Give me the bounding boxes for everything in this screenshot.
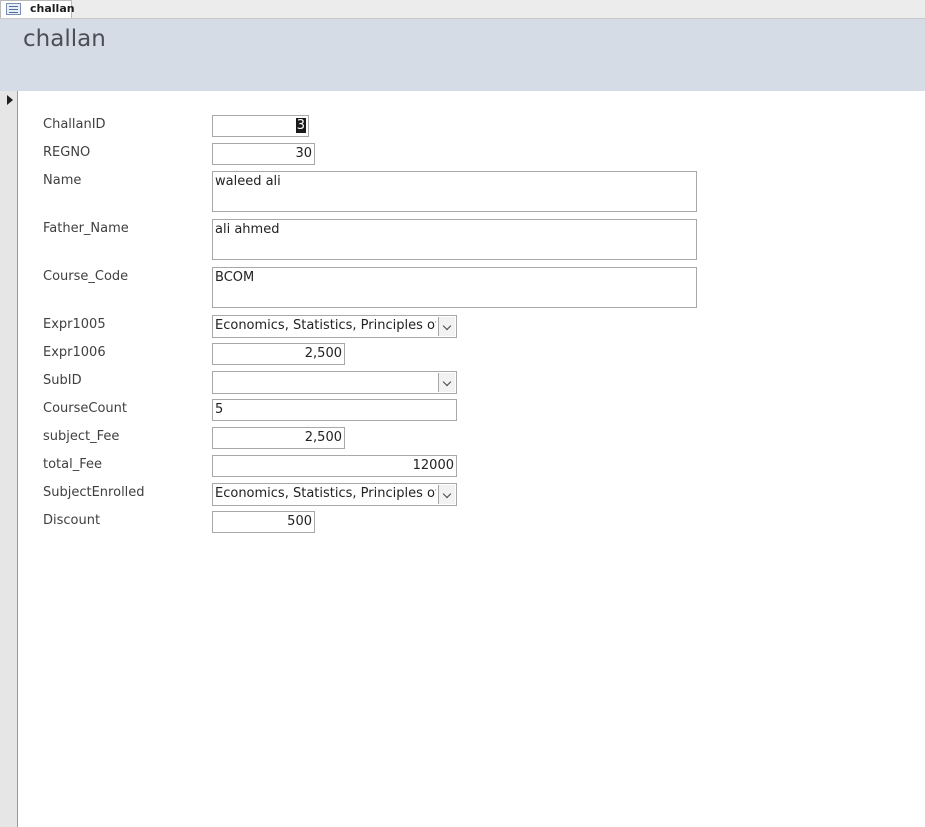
document-tab-bar: challan: [0, 0, 925, 19]
chevron-down-icon[interactable]: [438, 485, 455, 504]
subject-fee-field[interactable]: 2,500: [212, 427, 345, 449]
name-label: Name: [43, 173, 82, 188]
form-icon: [6, 3, 21, 15]
regno-field[interactable]: 30: [212, 143, 315, 165]
subject-fee-label: subject_Fee: [43, 429, 120, 444]
subject-enrolled-value: Economics, Statistics, Principles of A: [215, 486, 436, 501]
expr1005-value: Economics, Statistics, Principles of A: [215, 318, 436, 333]
current-record-arrow-icon: [7, 95, 13, 105]
course-count-label: CourseCount: [43, 401, 127, 416]
form-header: challan: [0, 19, 925, 91]
regno-label: REGNO: [43, 145, 91, 160]
expr1006-field[interactable]: 2,500: [212, 343, 345, 365]
course-count-field[interactable]: 5: [212, 399, 457, 421]
father-name-label: Father_Name: [43, 221, 129, 236]
subid-combo[interactable]: [212, 371, 457, 394]
tab-label: challan: [30, 2, 75, 15]
challan-id-label: ChallanID: [43, 117, 106, 132]
record-selector[interactable]: [0, 91, 18, 827]
subject-enrolled-combo[interactable]: Economics, Statistics, Principles of A: [212, 483, 457, 506]
course-code-label: Course_Code: [43, 269, 129, 284]
subid-label: SubID: [43, 373, 82, 388]
name-field[interactable]: waleed ali: [212, 171, 697, 212]
chevron-down-icon[interactable]: [438, 373, 455, 392]
expr1006-label: Expr1006: [43, 345, 106, 360]
total-fee-label: total_Fee: [43, 457, 102, 472]
discount-field[interactable]: 500: [212, 511, 315, 533]
expr1005-label: Expr1005: [43, 317, 106, 332]
tab-challan[interactable]: challan: [0, 0, 75, 18]
challan-id-field[interactable]: 3: [212, 115, 309, 137]
challan-id-value: 3: [295, 118, 306, 133]
form-title: challan: [23, 26, 106, 52]
subject-enrolled-label: SubjectEnrolled: [43, 485, 145, 500]
total-fee-field[interactable]: 12000: [212, 455, 457, 477]
expr1005-combo[interactable]: Economics, Statistics, Principles of A: [212, 315, 457, 338]
father-name-field[interactable]: ali ahmed: [212, 219, 697, 260]
course-code-field[interactable]: BCOM: [212, 267, 697, 308]
chevron-down-icon[interactable]: [438, 317, 455, 336]
discount-label: Discount: [43, 513, 101, 528]
